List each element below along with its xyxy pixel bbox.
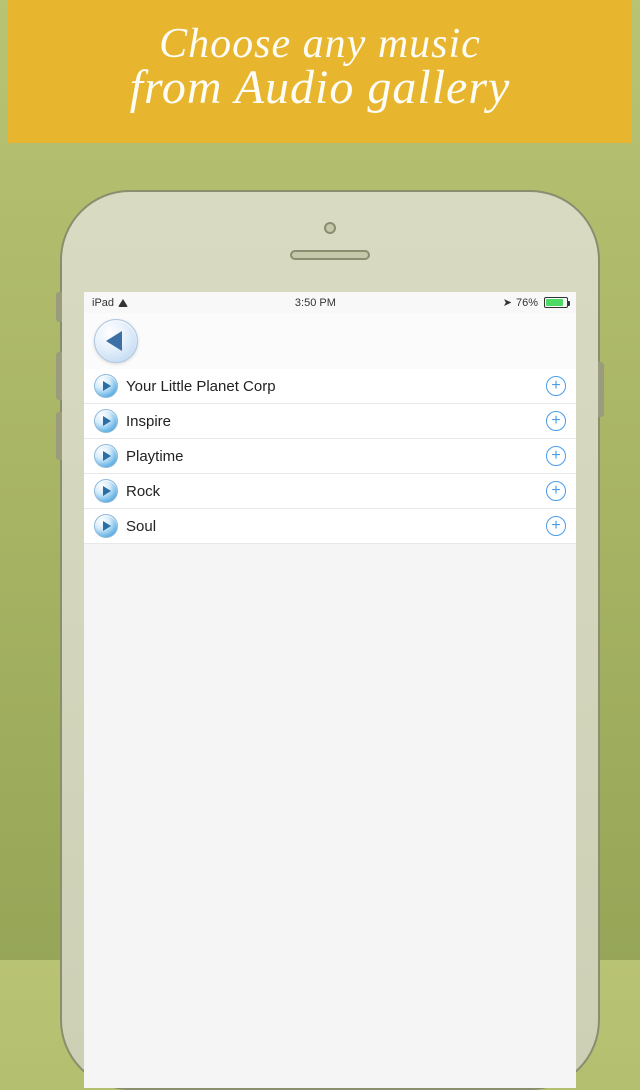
status-time: 3:50 PM [295,297,336,309]
track-label: Rock [126,483,538,500]
phone-power-button [598,362,604,417]
status-left: iPad [92,297,128,309]
phone-camera [324,222,336,234]
phone-volume-up [56,352,62,400]
list-item[interactable]: Rock + [84,474,576,509]
add-button[interactable]: + [546,411,566,431]
status-right: ➤ 76% [503,296,568,309]
phone-mute-switch [56,292,62,322]
add-button[interactable]: + [546,376,566,396]
location-icon: ➤ [503,296,512,309]
add-button[interactable]: + [546,516,566,536]
play-icon[interactable] [94,444,118,468]
track-label: Your Little Planet Corp [126,378,538,395]
phone-earpiece [290,250,370,260]
phone-frame: iPad 3:50 PM ➤ 76% Your Little Planet Co… [60,190,600,1090]
battery-percent: 76% [516,297,538,309]
track-label: Soul [126,518,538,535]
battery-icon [544,297,568,308]
phone-sensors [62,222,598,260]
play-icon[interactable] [94,409,118,433]
wifi-icon [118,299,128,307]
track-label: Inspire [126,413,538,430]
play-icon[interactable] [94,374,118,398]
back-arrow-icon [106,331,122,351]
phone-screen: iPad 3:50 PM ➤ 76% Your Little Planet Co… [84,292,576,1088]
track-list: Your Little Planet Corp + Inspire + Play… [84,369,576,544]
status-bar: iPad 3:50 PM ➤ 76% [84,292,576,313]
play-icon[interactable] [94,479,118,503]
back-button[interactable] [94,319,138,363]
banner-title-line2: from Audio gallery [38,60,602,115]
nav-bar [84,313,576,369]
track-label: Playtime [126,448,538,465]
list-item[interactable]: Soul + [84,509,576,544]
device-label: iPad [92,297,114,309]
list-item[interactable]: Your Little Planet Corp + [84,369,576,404]
play-icon[interactable] [94,514,118,538]
phone-volume-down [56,412,62,460]
promo-banner: Choose any music from Audio gallery [8,0,632,143]
add-button[interactable]: + [546,446,566,466]
add-button[interactable]: + [546,481,566,501]
list-item[interactable]: Playtime + [84,439,576,474]
list-item[interactable]: Inspire + [84,404,576,439]
